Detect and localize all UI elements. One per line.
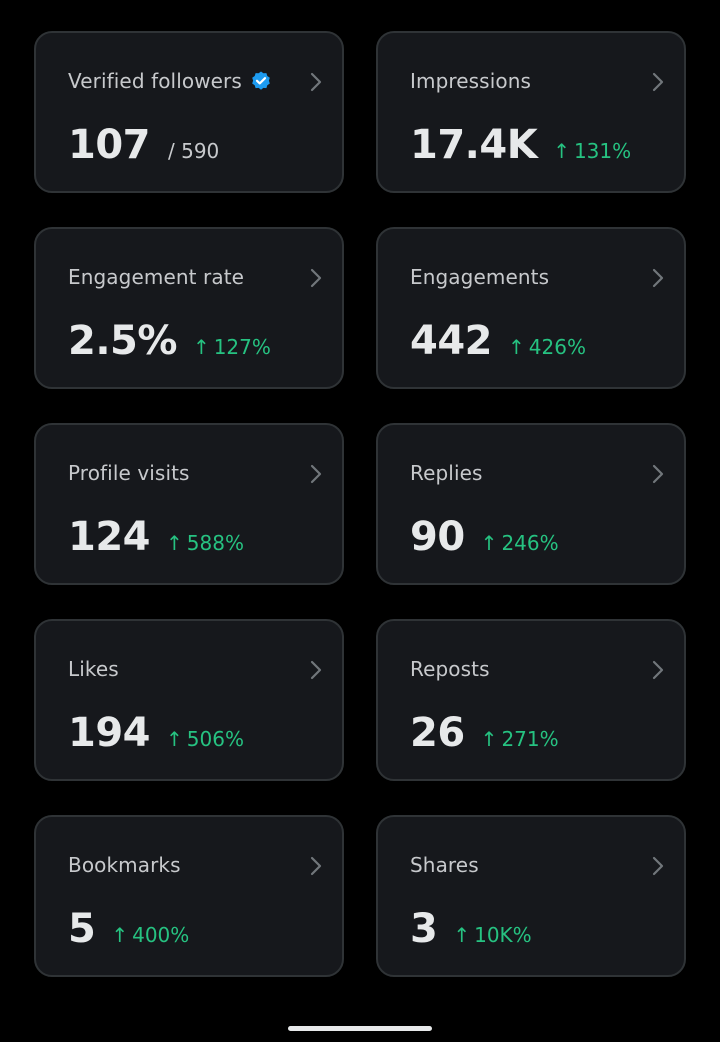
chevron-right-icon — [652, 464, 664, 484]
card-title: Profile visits — [68, 461, 190, 485]
card-title: Verified followers — [68, 69, 272, 93]
change-indicator: ↑ 426% — [508, 335, 586, 359]
value-row: 3 ↑ 10K% — [410, 905, 532, 953]
change-percent: 10K% — [474, 923, 532, 947]
change-indicator: ↑ 588% — [166, 531, 244, 555]
card-engagements[interactable]: Engagements 442 ↑ 426% — [376, 227, 686, 389]
chevron-right-icon — [310, 856, 322, 876]
card-title: Bookmarks — [68, 853, 181, 877]
arrow-up-icon: ↑ — [480, 531, 498, 555]
change-percent: 400% — [132, 923, 190, 947]
arrow-up-icon: ↑ — [453, 923, 471, 947]
chevron-right-icon — [310, 72, 322, 92]
chevron-right-icon — [310, 268, 322, 288]
card-bookmarks[interactable]: Bookmarks 5 ↑ 400% — [34, 815, 344, 977]
value-row: 5 ↑ 400% — [68, 905, 189, 953]
verified-badge-icon — [252, 71, 270, 90]
value-row: 107 / 590 — [68, 121, 219, 169]
change-indicator: ↑ 400% — [111, 923, 189, 947]
value-row: 124 ↑ 588% — [68, 513, 244, 561]
arrow-up-icon: ↑ — [166, 531, 183, 555]
arrow-up-icon: ↑ — [166, 727, 183, 751]
change-indicator: ↑ 10K% — [453, 923, 531, 947]
value-row: 17.4K ↑ 131% — [410, 121, 631, 169]
metric-value: 107 — [68, 122, 151, 168]
card-title: Shares — [410, 853, 479, 877]
change-indicator: ↑ 127% — [193, 335, 271, 359]
metric-value: 17.4K — [410, 122, 538, 168]
card-replies[interactable]: Replies 90 ↑ 246% — [376, 423, 686, 585]
card-title: Likes — [68, 657, 119, 681]
arrow-up-icon: ↑ — [192, 335, 210, 359]
change-percent: 246% — [501, 531, 559, 555]
chevron-right-icon — [652, 856, 664, 876]
card-engagement-rate[interactable]: Engagement rate 2.5% ↑ 127% — [34, 227, 344, 389]
chevron-right-icon — [310, 464, 322, 484]
change-percent: 271% — [501, 727, 559, 751]
arrow-up-icon: ↑ — [508, 335, 525, 359]
change-percent: 127% — [213, 335, 271, 359]
chevron-right-icon — [652, 660, 664, 680]
arrow-up-icon: ↑ — [111, 923, 129, 947]
change-indicator: ↑ 131% — [553, 139, 631, 163]
metric-value: 194 — [68, 710, 151, 756]
card-impressions[interactable]: Impressions 17.4K ↑ 131% — [376, 31, 686, 193]
card-profile-visits[interactable]: Profile visits 124 ↑ 588% — [34, 423, 344, 585]
arrow-up-icon: ↑ — [480, 727, 498, 751]
metric-value: 442 — [410, 318, 493, 364]
change-percent: 506% — [186, 727, 244, 751]
change-percent: 131% — [573, 139, 632, 163]
arrow-up-icon: ↑ — [553, 139, 570, 163]
metric-value: 2.5% — [68, 318, 177, 364]
card-title: Replies — [410, 461, 483, 485]
value-row: 442 ↑ 426% — [410, 317, 586, 365]
chevron-right-icon — [652, 268, 664, 288]
card-title-label: Verified followers — [68, 69, 242, 93]
change-percent: 588% — [186, 531, 244, 555]
value-row: 26 ↑ 271% — [410, 709, 559, 757]
metric-value: 26 — [410, 710, 465, 756]
home-indicator[interactable] — [288, 1026, 432, 1031]
card-title: Impressions — [410, 69, 531, 93]
metric-total: / 590 — [168, 139, 220, 163]
change-indicator: ↑ 506% — [166, 727, 244, 751]
metric-value: 5 — [68, 906, 96, 952]
card-likes[interactable]: Likes 194 ↑ 506% — [34, 619, 344, 781]
card-title: Engagements — [410, 265, 550, 289]
value-row: 194 ↑ 506% — [68, 709, 244, 757]
card-title: Engagement rate — [68, 265, 245, 289]
metric-value: 90 — [410, 514, 465, 560]
change-percent: 426% — [528, 335, 586, 359]
value-row: 2.5% ↑ 127% — [68, 317, 271, 365]
value-row: 90 ↑ 246% — [410, 513, 559, 561]
change-indicator: ↑ 246% — [481, 531, 559, 555]
card-reposts[interactable]: Reposts 26 ↑ 271% — [376, 619, 686, 781]
chevron-right-icon — [310, 660, 322, 680]
change-indicator: ↑ 271% — [481, 727, 559, 751]
card-verified-followers[interactable]: Verified followers 107 / 590 — [34, 31, 344, 193]
chevron-right-icon — [652, 72, 664, 92]
metric-value: 3 — [410, 906, 438, 952]
card-title: Reposts — [410, 657, 490, 681]
card-shares[interactable]: Shares 3 ↑ 10K% — [376, 815, 686, 977]
metrics-grid: Verified followers 107 / 590 Impressions… — [34, 31, 686, 977]
metric-value: 124 — [68, 514, 151, 560]
